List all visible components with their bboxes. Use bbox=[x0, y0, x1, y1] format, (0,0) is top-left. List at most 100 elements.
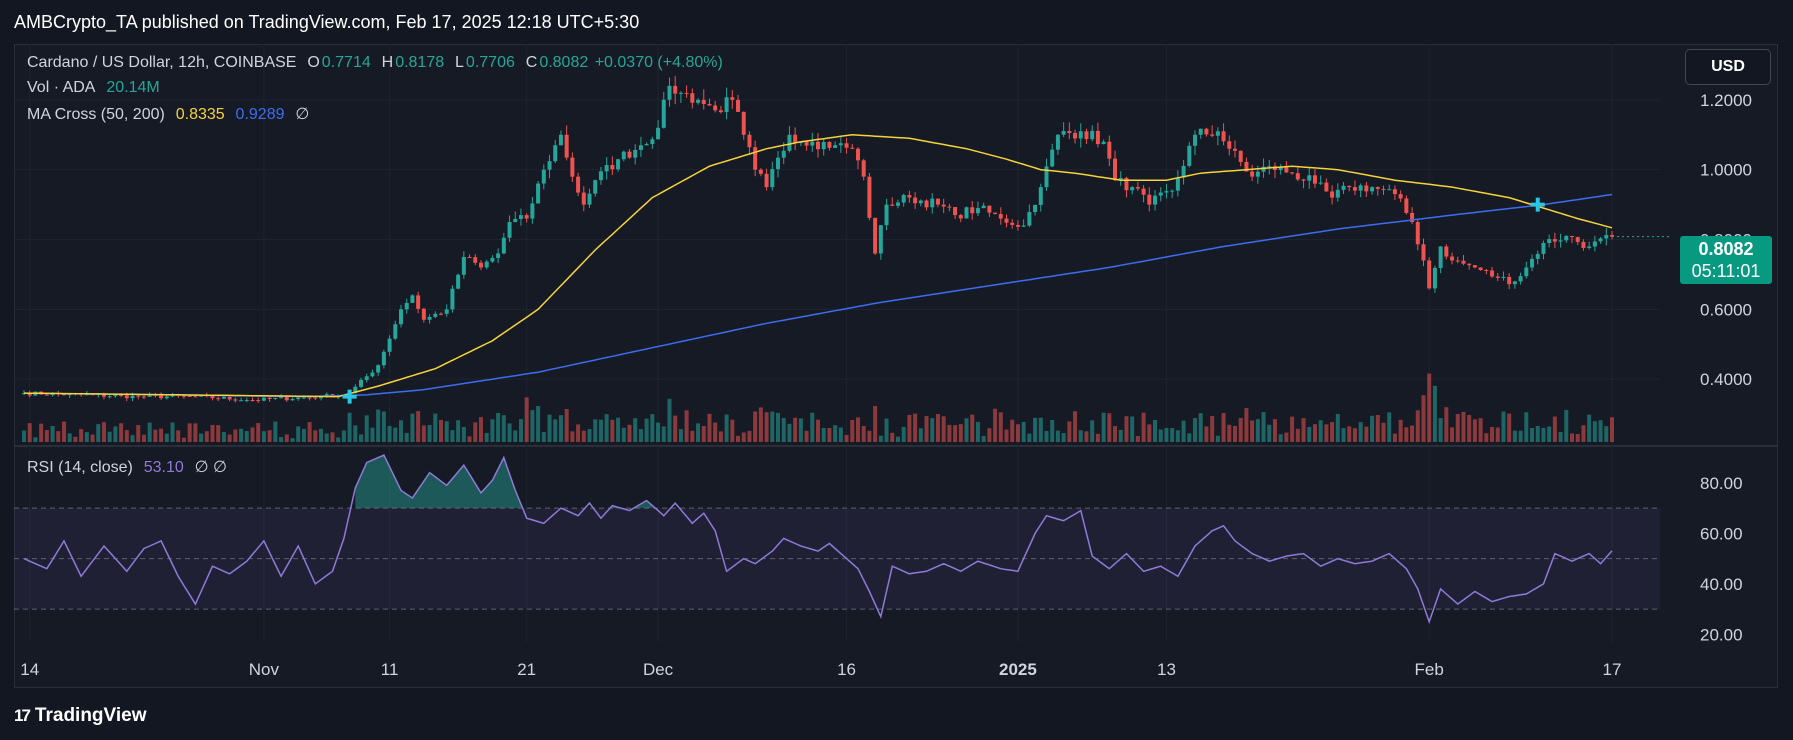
candle-body bbox=[404, 302, 409, 310]
candle-body bbox=[1021, 225, 1026, 227]
ma50-line bbox=[23, 134, 1613, 398]
volume-bar bbox=[1387, 412, 1392, 442]
candle-body bbox=[1341, 185, 1346, 190]
volume-bar bbox=[1010, 419, 1015, 442]
volume-bar bbox=[993, 408, 998, 442]
volume-bar bbox=[324, 433, 329, 442]
volume-bar bbox=[1101, 412, 1106, 442]
candle-body bbox=[1375, 187, 1380, 189]
volume-bar bbox=[1552, 416, 1557, 442]
candle-body bbox=[416, 295, 421, 309]
rsi-value: 53.10 bbox=[143, 459, 184, 476]
volume-bar bbox=[1570, 433, 1575, 442]
volume-bar bbox=[267, 430, 272, 442]
candle-body bbox=[1232, 148, 1237, 151]
candle-body bbox=[513, 218, 518, 223]
candle-body bbox=[1038, 187, 1043, 205]
candle-body bbox=[456, 274, 461, 289]
volume-bar bbox=[341, 430, 346, 442]
candle-body bbox=[536, 183, 541, 204]
candle-body bbox=[701, 99, 706, 104]
volume-bar bbox=[553, 419, 558, 442]
volume-bar bbox=[1558, 432, 1563, 442]
volume-bar bbox=[524, 397, 529, 442]
candle-body bbox=[107, 396, 112, 398]
candle-body bbox=[587, 193, 592, 205]
candle-body bbox=[421, 308, 426, 320]
candle-body bbox=[524, 215, 529, 219]
candle-body bbox=[433, 313, 438, 317]
volume-label[interactable]: Vol · ADA bbox=[27, 79, 95, 96]
volume-bar bbox=[604, 414, 609, 442]
volume-bar bbox=[616, 417, 621, 442]
volume-bar bbox=[147, 422, 152, 442]
candle-body bbox=[256, 400, 261, 402]
candle-body bbox=[313, 397, 318, 399]
candle-body bbox=[553, 145, 558, 162]
volume-bar bbox=[673, 415, 678, 442]
candle-body bbox=[741, 111, 746, 135]
volume-bar bbox=[210, 424, 215, 442]
time-axis-tick: 14 bbox=[20, 660, 39, 679]
rsi-label[interactable]: RSI (14, close) bbox=[27, 459, 133, 476]
candle-body bbox=[1153, 195, 1158, 205]
volume-bar bbox=[67, 433, 72, 442]
candle-body bbox=[267, 397, 272, 399]
candle-body bbox=[1027, 212, 1032, 226]
candle-body bbox=[821, 141, 826, 150]
candle-body bbox=[164, 396, 169, 399]
candle-body bbox=[1512, 281, 1517, 285]
volume-bar bbox=[975, 421, 980, 442]
candle-body bbox=[1524, 267, 1529, 277]
time-axis-tick: 13 bbox=[1157, 660, 1176, 679]
ma-label[interactable]: MA Cross (50, 200) bbox=[27, 106, 165, 123]
candle-body bbox=[787, 134, 792, 151]
candle-body bbox=[187, 395, 192, 397]
candle-body bbox=[684, 92, 689, 94]
time-axis-tick: 17 bbox=[1603, 660, 1622, 679]
volume-bar bbox=[113, 426, 118, 442]
rsi-extra-icons: ∅ ∅ bbox=[194, 459, 227, 476]
time-axis-tick: 21 bbox=[517, 660, 536, 679]
volume-bar bbox=[22, 430, 26, 442]
volume-bar bbox=[793, 417, 798, 442]
volume-bar bbox=[1295, 428, 1300, 442]
candle-body bbox=[736, 99, 741, 112]
volume-bar bbox=[1232, 425, 1237, 442]
volume-bar bbox=[227, 434, 232, 442]
volume-bar bbox=[1347, 426, 1352, 442]
candle-body bbox=[981, 205, 986, 209]
volume-bar bbox=[124, 430, 129, 442]
candle-body bbox=[678, 92, 683, 94]
volume-bar bbox=[627, 424, 632, 442]
volume-bar bbox=[913, 413, 918, 442]
volume-bar bbox=[84, 432, 89, 442]
candle-body bbox=[1084, 131, 1089, 140]
volume-bar bbox=[907, 414, 912, 442]
volume-bar bbox=[1118, 429, 1123, 442]
candle-body bbox=[1204, 128, 1209, 135]
volume-bar bbox=[284, 434, 289, 442]
volume-bar bbox=[353, 425, 358, 442]
volume-bar bbox=[1215, 435, 1220, 442]
volume-bar bbox=[1170, 428, 1175, 442]
ma200-line bbox=[23, 193, 1613, 398]
candle-body bbox=[1215, 131, 1220, 136]
volume-bar bbox=[1050, 419, 1055, 442]
volume-bar bbox=[1135, 435, 1140, 442]
candle-body bbox=[1587, 246, 1592, 248]
symbol-title[interactable]: Cardano / US Dollar, 12h, COINBASE bbox=[27, 54, 296, 71]
candle-body bbox=[1033, 204, 1038, 213]
volume-bar bbox=[1284, 432, 1289, 442]
volume-bar bbox=[1095, 433, 1100, 442]
candle-body bbox=[558, 134, 563, 146]
volume-bar bbox=[1198, 413, 1203, 442]
volume-bar bbox=[1244, 408, 1249, 442]
volume-bar bbox=[610, 419, 615, 442]
candle-body bbox=[1295, 173, 1300, 180]
brand-footer[interactable]: 17 TradingView bbox=[14, 702, 147, 730]
volume-bar bbox=[947, 424, 952, 442]
candle-body bbox=[987, 205, 992, 213]
candle-body bbox=[376, 365, 381, 373]
currency-button[interactable]: USD bbox=[1685, 49, 1771, 85]
